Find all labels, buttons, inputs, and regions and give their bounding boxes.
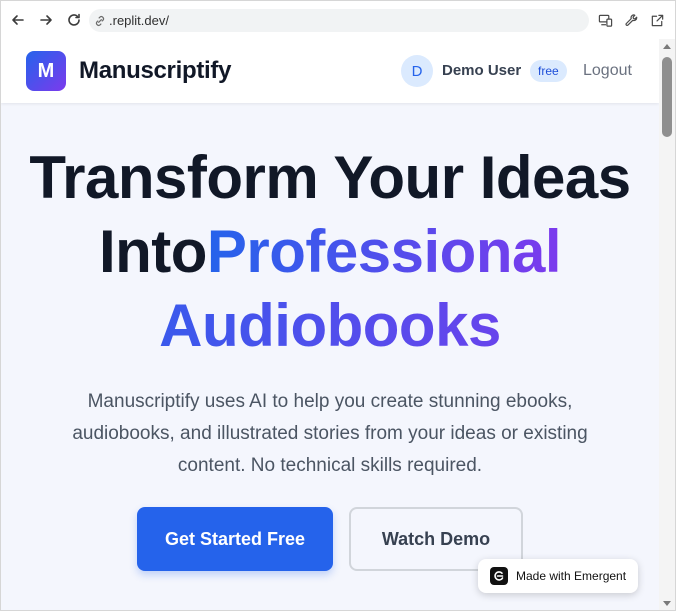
link-icon bbox=[93, 14, 107, 28]
logout-button[interactable]: Logout bbox=[583, 62, 632, 80]
emergent-logo-icon bbox=[490, 567, 508, 585]
forward-arrow-icon[interactable] bbox=[34, 8, 58, 32]
hero-title-line-3: Audiobooks bbox=[1, 289, 659, 363]
avatar[interactable]: D bbox=[401, 55, 433, 87]
browser-toolbar: .replit.dev/ bbox=[1, 1, 675, 39]
back-arrow-icon[interactable] bbox=[6, 8, 30, 32]
scroll-down-icon[interactable] bbox=[663, 601, 671, 606]
open-external-icon[interactable] bbox=[648, 11, 666, 29]
hero-title-into: Into bbox=[98, 218, 207, 285]
url-text: .replit.dev/ bbox=[109, 13, 169, 28]
scroll-up-icon[interactable] bbox=[663, 44, 671, 49]
page-viewport: M Manuscriptify D Demo User free Logout … bbox=[1, 39, 659, 610]
hero-title-line-1: Transform Your Ideas bbox=[29, 144, 631, 211]
reload-icon[interactable] bbox=[62, 8, 86, 32]
browser-window: .replit.dev/ M Manuscriptify D Demo User… bbox=[0, 0, 676, 611]
brand-name[interactable]: Manuscriptify bbox=[79, 57, 231, 85]
scrollbar[interactable] bbox=[659, 39, 675, 610]
hero-subtitle: Manuscriptify uses AI to help you create… bbox=[72, 391, 588, 476]
made-with-emergent-text: Made with Emergent bbox=[516, 569, 627, 583]
hero-title: Transform Your Ideas IntoProfessional Au… bbox=[1, 141, 659, 363]
user-name: Demo User bbox=[442, 62, 522, 79]
made-with-emergent-badge[interactable]: Made with Emergent bbox=[478, 559, 638, 593]
scroll-thumb[interactable] bbox=[662, 57, 672, 137]
get-started-button[interactable]: Get Started Free bbox=[137, 507, 333, 571]
address-bar[interactable]: .replit.dev/ bbox=[89, 9, 589, 32]
devices-icon[interactable] bbox=[596, 11, 614, 29]
plan-badge: free bbox=[530, 60, 567, 82]
hero-title-line-2: IntoProfessional bbox=[1, 215, 659, 289]
site-header: M Manuscriptify D Demo User free Logout bbox=[1, 39, 659, 103]
hero-title-professional: Professional bbox=[206, 218, 562, 285]
wrench-icon[interactable] bbox=[622, 11, 640, 29]
logo[interactable]: M bbox=[26, 51, 66, 91]
